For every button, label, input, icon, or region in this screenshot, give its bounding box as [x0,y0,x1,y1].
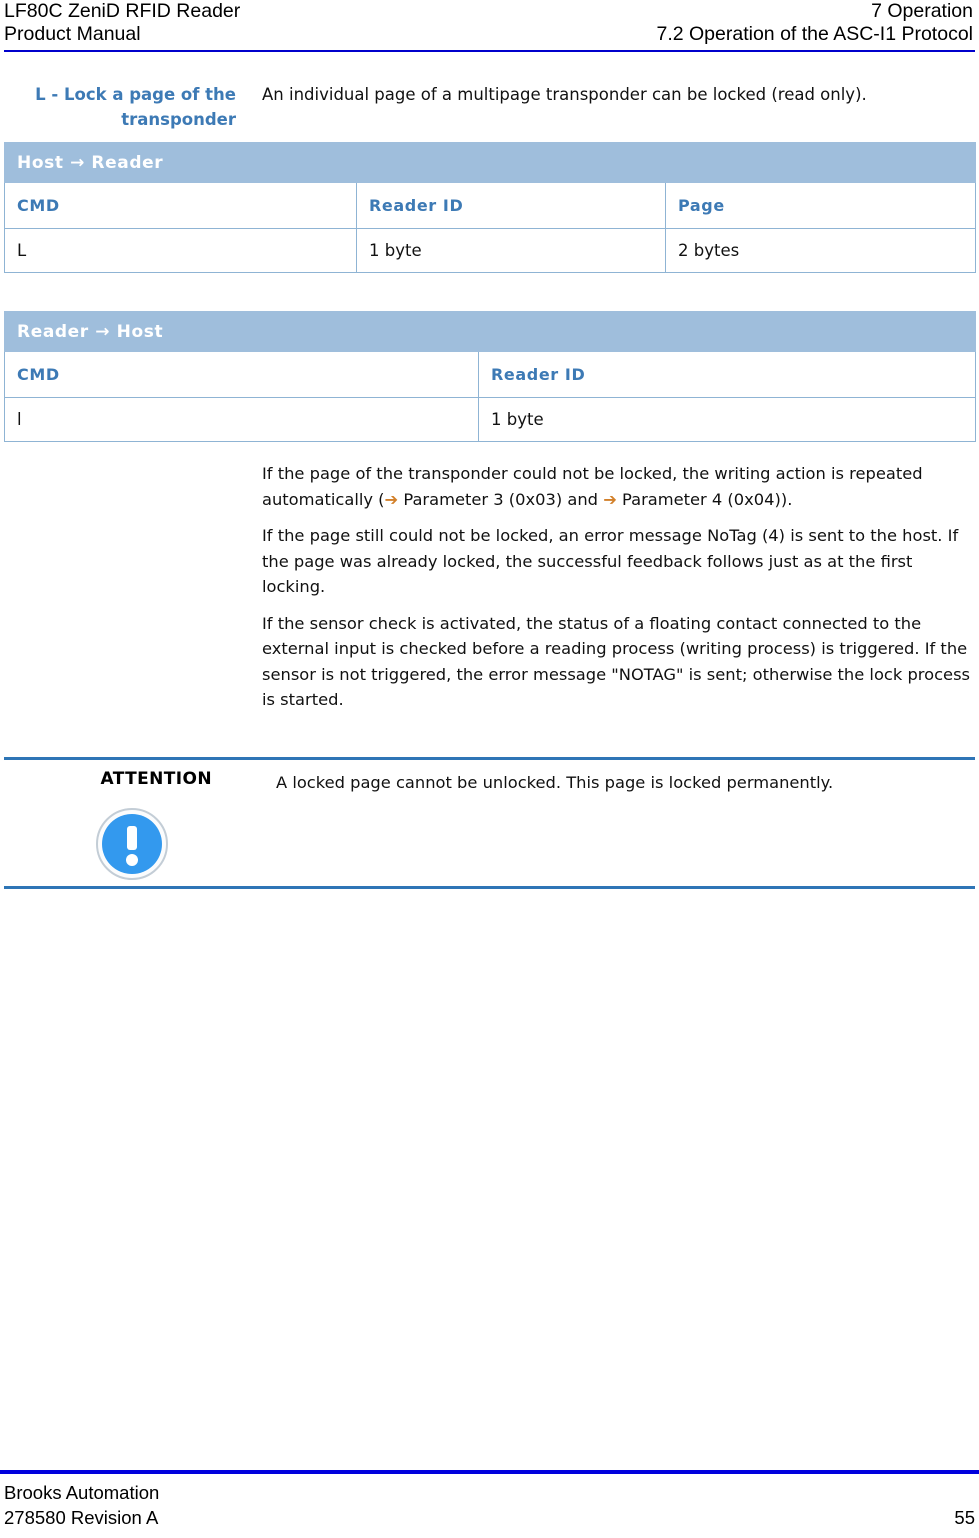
header-chapter: 7 Operation [871,0,973,22]
table-banner-row: Reader → Host [4,311,976,352]
body-paragraph-3: If the sensor check is activated, the st… [262,613,971,710]
column-header-page: Page [664,182,977,229]
column-header-reader-id: Reader ID [356,182,666,229]
table-host-to-reader: Host → Reader CMD Reader ID Page L 1 byt… [3,142,977,273]
column-header-cmd: CMD [4,182,357,229]
page-header: LF80C ZeniD RFID Reader 7 Operation Prod… [0,0,979,46]
callout-text: A locked page cannot be unlocked. This p… [276,773,834,792]
header-row-2: Product Manual 7.2 Operation of the ASC-… [4,23,973,46]
section-inner: L - Lock a page of the transponder An in… [0,82,979,132]
footer-document-id: 278580 Revision A [4,1507,159,1528]
section-block: L - Lock a page of the transponder An in… [0,82,979,132]
icon-exclamation-dot [126,854,138,866]
header-section: 7.2 Operation of the ASC-I1 Protocol [656,23,973,45]
column-header-cmd: CMD [4,351,479,398]
footer-row-2: 278580 Revision A 55 [4,1505,975,1530]
document-page: LF80C ZeniD RFID Reader 7 Operation Prod… [0,0,979,1538]
callout-bottom-divider [4,886,975,889]
header-row-1: LF80C ZeniD RFID Reader 7 Operation [4,0,973,23]
table-banner-row: Host → Reader [3,142,977,183]
page-footer: Brooks Automation 278580 Revision A 55 [4,1480,975,1530]
column-header-reader-id: Reader ID [478,351,976,398]
paragraph-1-text-b: Parameter 3 (0x03) and [398,489,604,509]
attention-callout: ATTENTION A locked page cannot be unlock… [4,757,975,889]
section-heading-line-1: L - Lock a page of the [35,85,236,104]
xref-arrow-icon: ➔ [603,489,617,509]
table-header-row: CMD Reader ID Page [4,182,977,229]
table-row: L 1 byte 2 bytes [4,228,977,273]
table-reader-to-host: Reader → Host CMD Reader ID l 1 byte [4,311,976,442]
cell-cmd-value: l [4,397,479,442]
body-text-block: If the page of the transponder could not… [262,461,976,713]
footer-row-1: Brooks Automation [4,1480,975,1505]
cell-reader-id-value: 1 byte [356,228,666,273]
callout-top-divider [4,757,975,760]
cell-page-value: 2 bytes [664,228,977,273]
footer-page-number: 55 [954,1507,975,1528]
table-banner-host-reader: Host → Reader [3,142,977,183]
header-product-title: LF80C ZeniD RFID Reader [4,0,241,22]
body-paragraph-2: If the page still could not be locked, a… [262,526,959,596]
cell-cmd-value: L [4,228,357,273]
section-side-heading: L - Lock a page of the transponder [0,82,240,132]
table-row: l 1 byte [4,397,976,442]
body-paragraph-1: If the page of the transponder could not… [262,461,976,512]
cell-reader-id-value: 1 byte [478,397,976,442]
paragraph-1-text-c: Parameter 4 (0x04)). [616,489,793,509]
section-intro-text: An individual page of a multipage transp… [262,85,867,104]
header-divider [4,50,975,52]
footer-divider [0,1470,979,1474]
attention-exclamation-icon [96,808,168,880]
header-document-type: Product Manual [4,23,141,45]
xref-arrow-icon: ➔ [384,489,399,509]
icon-exclamation-bar [127,826,137,850]
footer-company: Brooks Automation [4,1482,160,1503]
table-header-row: CMD Reader ID [4,351,976,398]
callout-label: ATTENTION [100,769,212,789]
section-heading-line-2: transponder [121,110,236,129]
table-banner-reader-host: Reader → Host [4,311,976,352]
